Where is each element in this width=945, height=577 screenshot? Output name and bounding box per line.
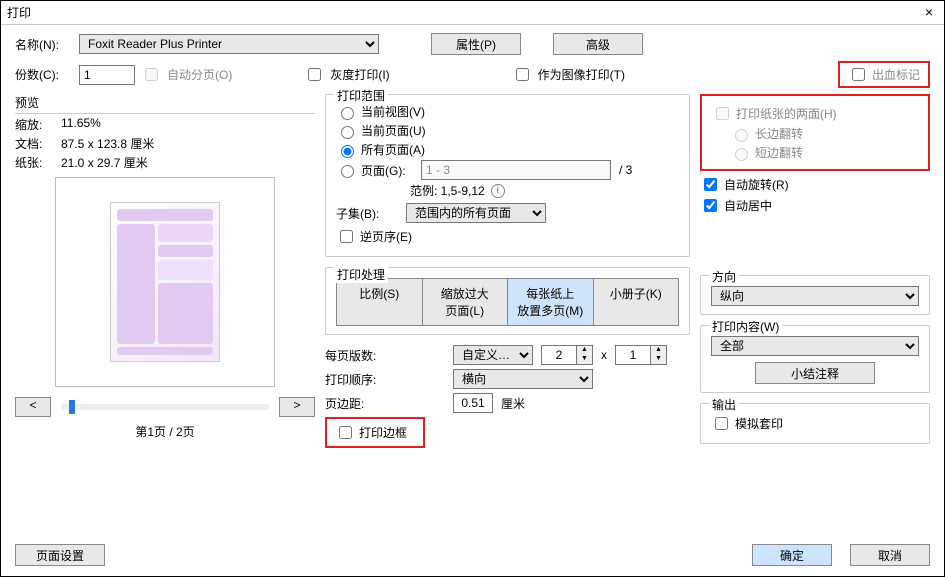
- margin-unit: 厘米: [501, 395, 525, 412]
- doc-value: 87.5 x 123.8 厘米: [61, 135, 154, 152]
- pages-label: 页面(G):: [361, 162, 417, 179]
- border-label: 打印边框: [359, 424, 407, 441]
- margin-input[interactable]: [453, 393, 493, 413]
- duplex-label: 打印纸张的两面(H): [736, 105, 837, 122]
- rows-up[interactable]: ▲: [651, 346, 666, 355]
- doc-label: 文档:: [15, 135, 61, 152]
- copies-input[interactable]: [79, 65, 135, 85]
- subset-select[interactable]: 范围内的所有页面: [406, 203, 546, 223]
- window-title: 打印: [7, 4, 920, 21]
- orientation-select[interactable]: 纵向: [711, 286, 919, 306]
- what-select[interactable]: 全部: [711, 336, 919, 356]
- reverse-label: 逆页序(E): [360, 228, 412, 245]
- info-icon[interactable]: i: [491, 184, 505, 198]
- simulate-checkbox[interactable]: [715, 417, 728, 430]
- long-edge-label: 长边翻转: [755, 125, 803, 142]
- copies-label: 份数(C):: [15, 66, 73, 83]
- tab-booklet[interactable]: 小册子(K): [594, 279, 679, 325]
- page-indicator: 第1页 / 2页: [15, 423, 315, 440]
- pages-hint: 范例: 1,5-9,12: [410, 182, 485, 199]
- as-image-label: 作为图像打印(T): [538, 66, 625, 83]
- collate-label: 自动分页(O): [167, 66, 232, 83]
- auto-rotate-checkbox[interactable]: [704, 178, 717, 191]
- paper-value: 21.0 x 29.7 厘米: [61, 154, 148, 171]
- tab-scale[interactable]: 比例(S): [337, 279, 423, 325]
- short-edge-label: 短边翻转: [755, 144, 803, 161]
- pages-radio[interactable]: [341, 165, 354, 178]
- tab-multiple[interactable]: 每张纸上 放置多页(M): [508, 279, 594, 325]
- cols-up[interactable]: ▲: [577, 346, 592, 355]
- long-edge-radio: [735, 129, 748, 142]
- collate-checkbox: [145, 68, 158, 81]
- tab-fit[interactable]: 缩放过大 页面(L): [423, 279, 509, 325]
- summary-button[interactable]: 小结注释: [755, 362, 875, 384]
- orientation-title: 方向: [709, 268, 739, 285]
- as-image-checkbox[interactable]: [516, 68, 529, 81]
- current-view-radio[interactable]: [341, 107, 354, 120]
- duplex-checkbox: [716, 107, 729, 120]
- per-page-label: 每页版数:: [325, 347, 387, 364]
- bleed-checkbox[interactable]: [852, 68, 865, 81]
- preview-title: 预览: [15, 94, 315, 114]
- zoom-value: 11.65%: [61, 116, 101, 133]
- all-pages-radio[interactable]: [341, 145, 354, 158]
- grayscale-label: 灰度打印(I): [330, 66, 389, 83]
- close-icon[interactable]: ×: [920, 4, 938, 22]
- current-page-radio[interactable]: [341, 126, 354, 139]
- cols-down[interactable]: ▼: [577, 355, 592, 364]
- all-pages-label: 所有页面(A): [361, 141, 425, 158]
- paper-label: 纸张:: [15, 154, 61, 171]
- preview-thumb: [110, 202, 220, 362]
- simulate-label: 模拟套印: [735, 415, 783, 432]
- pages-input[interactable]: [421, 160, 611, 180]
- pages-total: / 3: [619, 163, 632, 177]
- x-label: x: [601, 348, 607, 362]
- current-view-label: 当前视图(V): [361, 103, 425, 120]
- cancel-button[interactable]: 取消: [850, 544, 930, 566]
- order-select[interactable]: 横向: [453, 369, 593, 389]
- current-page-label: 当前页面(U): [361, 122, 426, 139]
- per-page-select[interactable]: 自定义…: [453, 345, 533, 365]
- ok-button[interactable]: 确定: [752, 544, 832, 566]
- auto-center-checkbox[interactable]: [704, 199, 717, 212]
- margin-label: 页边距:: [325, 395, 387, 412]
- bleed-label: 出血标记: [872, 66, 920, 83]
- properties-button[interactable]: 属性(P): [431, 33, 521, 55]
- short-edge-radio: [735, 148, 748, 161]
- page-slider[interactable]: [61, 404, 269, 410]
- what-title: 打印内容(W): [709, 318, 782, 335]
- zoom-label: 缩放:: [15, 116, 61, 133]
- cols-input[interactable]: [541, 345, 577, 365]
- printer-name-label: 名称(N):: [15, 36, 73, 53]
- subset-label: 子集(B):: [336, 205, 398, 222]
- preview-canvas: [55, 177, 275, 387]
- grayscale-checkbox[interactable]: [308, 68, 321, 81]
- prev-page-button[interactable]: <: [15, 397, 51, 417]
- printer-select[interactable]: Foxit Reader Plus Printer: [79, 34, 379, 54]
- advanced-button[interactable]: 高级: [553, 33, 643, 55]
- auto-rotate-label: 自动旋转(R): [724, 176, 789, 193]
- rows-down[interactable]: ▼: [651, 355, 666, 364]
- next-page-button[interactable]: >: [279, 397, 315, 417]
- auto-center-label: 自动居中: [724, 197, 772, 214]
- page-setup-button[interactable]: 页面设置: [15, 544, 105, 566]
- handling-title: 打印处理: [334, 266, 388, 283]
- reverse-checkbox[interactable]: [340, 230, 353, 243]
- output-title: 输出: [709, 396, 739, 413]
- range-title: 打印范围: [334, 87, 388, 104]
- rows-input[interactable]: [615, 345, 651, 365]
- order-label: 打印顺序:: [325, 371, 387, 388]
- border-checkbox[interactable]: [339, 426, 352, 439]
